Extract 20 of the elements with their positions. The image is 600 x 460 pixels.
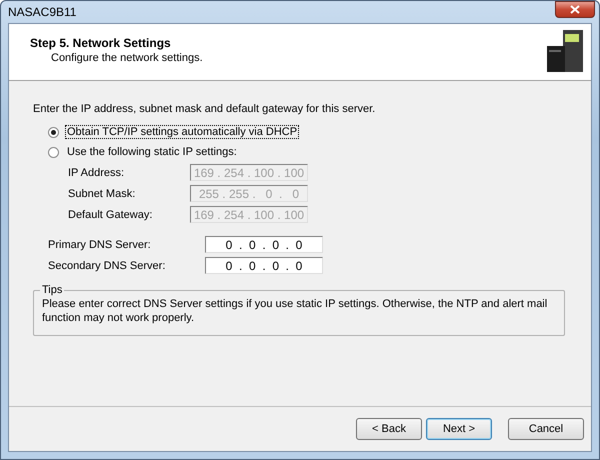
field-label: IP Address: [68, 166, 126, 178]
step-title: Step 5. Network Settings [30, 36, 172, 50]
wizard-button[interactable]: Next > [426, 418, 492, 440]
close-icon [570, 5, 580, 14]
field-label: Primary DNS Server: [48, 238, 152, 250]
field-label: Secondary DNS Server: [48, 260, 166, 272]
radio-option[interactable]: Obtain TCP/IP settings automatically via DHCP [48, 122, 571, 142]
field-label: Subnet Mask: [68, 188, 136, 200]
field-label: Default Gateway: [68, 208, 154, 220]
wizard-button[interactable]: < Back [356, 418, 422, 440]
tips-title: Tips [40, 284, 64, 296]
ip-address-field[interactable]: 0 . 0 . 0 . 0 [205, 236, 323, 253]
radio-option[interactable]: Use the following static IP settings: [48, 142, 571, 162]
wizard-button[interactable]: Cancel [508, 418, 584, 440]
tips-text: Please enter correct DNS Server settings if you use static IP settings. Otherwise, the NTP and alert mail function may not work properly. [42, 298, 548, 324]
ip-address-field[interactable]: 0 . 0 . 0 . 0 [205, 257, 323, 274]
window-title: NASAC9B11 [8, 5, 76, 19]
instruction-text: Enter the IP address, subnet mask and default gateway for this server. [33, 103, 376, 115]
step-subtitle: Configure the network settings. [50, 52, 203, 64]
close-button[interactable] [555, 1, 595, 18]
